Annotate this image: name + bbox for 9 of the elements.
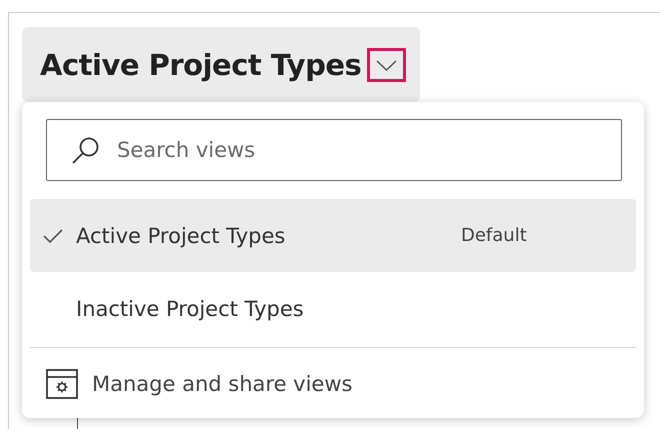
view-selector-button[interactable]: Active Project Types: [22, 27, 420, 102]
checkmark-icon: [42, 226, 64, 244]
view-option[interactable]: Active Project Types Default: [30, 199, 636, 272]
view-option[interactable]: Inactive Project Types: [30, 272, 636, 345]
chevron-down-icon[interactable]: [367, 48, 406, 82]
manage-views-item[interactable]: Manage and share views: [30, 348, 636, 420]
default-label: Default: [461, 225, 527, 246]
search-field[interactable]: Search views: [46, 119, 622, 181]
settings-window-icon: [46, 369, 78, 399]
